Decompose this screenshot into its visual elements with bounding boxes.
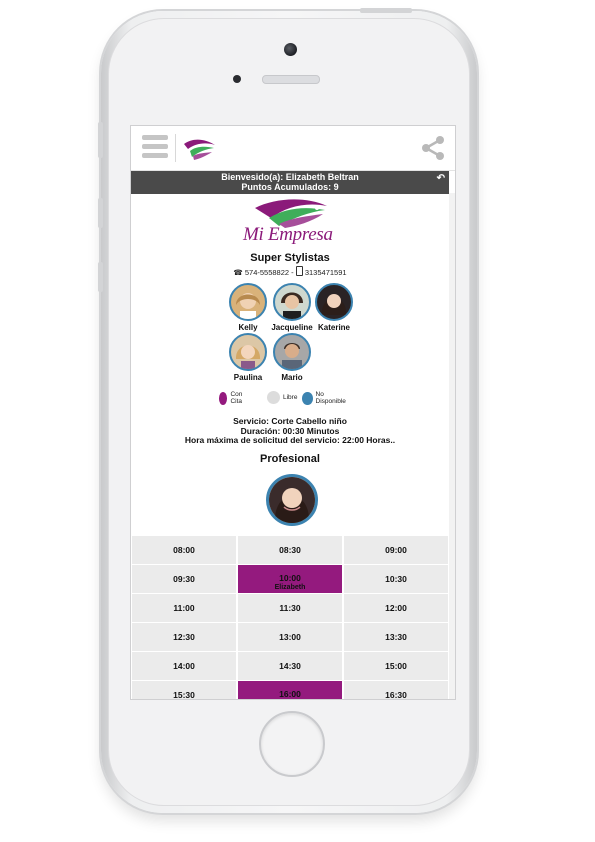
mute-switch <box>98 122 103 158</box>
legend-label: Con Cita <box>230 391 243 405</box>
stylist-avatar <box>229 333 267 371</box>
earpiece-speaker <box>262 75 320 84</box>
legend-label: Libre <box>283 394 298 401</box>
share-icon[interactable] <box>421 135 445 161</box>
phone-icon: ☎ <box>233 268 243 277</box>
stylist-avatar <box>273 333 311 371</box>
logo-icon[interactable] <box>182 136 218 162</box>
top-bar <box>131 126 455 171</box>
power-button <box>360 8 412 13</box>
stylist-card[interactable]: Mario <box>263 333 321 382</box>
time-slot[interactable]: 14:30 <box>238 652 342 680</box>
salon-name: Super Stylistas <box>250 252 330 264</box>
time-slot[interactable]: 12:00 <box>344 594 448 622</box>
time-slot-booked[interactable]: 10:00 Elizabeth <box>238 565 342 593</box>
volume-down-button <box>98 262 103 292</box>
time-slot[interactable]: 12:30 <box>132 623 236 651</box>
stylist-avatar <box>315 283 353 321</box>
profesional-avatar[interactable] <box>266 474 318 526</box>
no-disponible-swatch <box>302 391 313 405</box>
time-slot[interactable]: 16:30 <box>344 681 448 699</box>
con-cita-swatch <box>219 391 228 405</box>
legend-label: No Disponible <box>315 391 346 405</box>
welcome-user: Bienvesido(a): Elizabeth Beltran <box>221 172 359 182</box>
time-slot[interactable]: 09:00 <box>344 536 448 564</box>
brand-name: Mi Empresa <box>243 224 333 245</box>
time-slot[interactable]: 14:00 <box>132 652 236 680</box>
service-max-time: Hora máxima de solicitud del servicio: 2… <box>184 435 396 445</box>
time-slot[interactable]: 10:30 <box>344 565 448 593</box>
time-slot[interactable]: 09:30 <box>132 565 236 593</box>
salon-mobile[interactable]: 3135471591 <box>305 268 347 277</box>
legend-item-no-disponible: No Disponible <box>302 391 348 405</box>
time-slot-booked[interactable]: 16:00 <box>238 681 342 699</box>
stylist-name: Katerine <box>317 323 350 332</box>
welcome-banner: Bienvesido(a): Elizabeth Beltran Puntos … <box>131 171 449 194</box>
salon-contact: ☎ 574-5558822 - 3135471591 <box>131 266 449 277</box>
time-slot[interactable]: 11:00 <box>132 594 236 622</box>
front-camera <box>284 43 297 56</box>
legend-item-libre: Libre <box>267 391 297 404</box>
legend-item-con-cita: Con Cita <box>219 391 247 405</box>
scrollbar[interactable] <box>449 193 455 699</box>
libre-swatch <box>267 391 280 404</box>
stylist-avatar <box>229 283 267 321</box>
volume-up-button <box>98 198 103 228</box>
service-info: Servicio: Corte Cabello niño Duración: 0… <box>131 416 449 446</box>
stylist-name: Mario <box>281 373 303 382</box>
time-slot[interactable]: 11:30 <box>238 594 342 622</box>
menu-icon[interactable] <box>142 135 168 161</box>
time-slot[interactable]: 15:30 <box>132 681 236 699</box>
proximity-sensor <box>233 75 241 83</box>
toolbar-divider <box>175 134 176 162</box>
time-slot[interactable]: 13:30 <box>344 623 448 651</box>
stylist-card[interactable]: Katerine <box>305 283 363 332</box>
time-slot[interactable]: 08:30 <box>238 536 342 564</box>
points-balance: Puntos Acumulados: 9 <box>241 182 339 192</box>
profesional-title: Profesional <box>260 453 320 465</box>
back-arrow-icon[interactable]: ↶ <box>437 174 445 184</box>
booked-by: Elizabeth <box>274 584 306 591</box>
time-slot[interactable]: 15:00 <box>344 652 448 680</box>
app-screen: Bienvesido(a): Elizabeth Beltran Puntos … <box>130 125 456 700</box>
salon-phone[interactable]: 574-5558822 - <box>245 268 294 277</box>
time-slot[interactable]: 13:00 <box>238 623 342 651</box>
home-button[interactable] <box>259 711 325 777</box>
mobile-icon <box>295 266 303 276</box>
time-slot[interactable]: 08:00 <box>132 536 236 564</box>
